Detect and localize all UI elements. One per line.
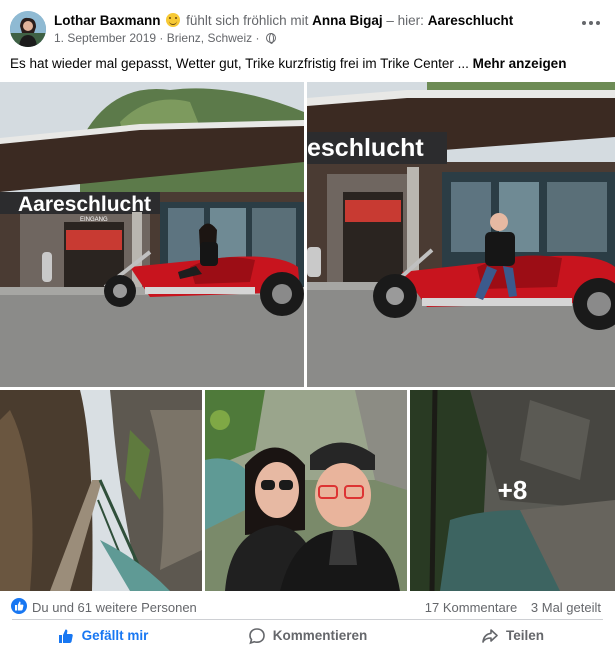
- tagged-person[interactable]: Anna Bigaj: [312, 13, 383, 28]
- reactions-bar: Du und 61 weitere Personen 17 Kommentare…: [0, 596, 615, 618]
- see-more-link[interactable]: Mehr anzeigen: [473, 56, 567, 71]
- more-options-icon[interactable]: [577, 12, 605, 34]
- comment-label: Kommentieren: [272, 628, 368, 643]
- like-button[interactable]: Gefällt mir: [0, 621, 205, 650]
- more-photos-overlay[interactable]: +8: [410, 390, 615, 591]
- shares-count[interactable]: 3 Mal geteilt: [531, 600, 601, 615]
- meta-separator-2: ·: [255, 31, 260, 45]
- post-header: Lothar Baxmann fühlt sich fröhlich mit A…: [0, 0, 615, 52]
- engagement-stats: 17 Kommentare 3 Mal geteilt: [425, 600, 601, 615]
- divider: [12, 619, 603, 620]
- post-place[interactable]: Brienz, Schweiz: [167, 31, 252, 45]
- facebook-post: Lothar Baxmann fühlt sich fröhlich mit A…: [0, 0, 615, 652]
- entrance-sign: EINGANG: [80, 217, 108, 223]
- author-name[interactable]: Lothar Baxmann: [54, 13, 161, 28]
- sign-aareschlucht: Aareschlucht: [18, 193, 151, 216]
- post-body: Es hat wieder mal gepasst, Wetter gut, T…: [10, 56, 469, 71]
- photo-gorge-river[interactable]: +8: [410, 390, 615, 591]
- more-photos-count: +8: [497, 475, 528, 505]
- share-label: Teilen: [505, 628, 544, 643]
- photo-trike-woman[interactable]: Aareschlucht EINGANG: [0, 82, 304, 387]
- post-headline: Lothar Baxmann fühlt sich fröhlich mit A…: [54, 12, 513, 29]
- location-link[interactable]: Aareschlucht: [428, 13, 514, 28]
- comment-button[interactable]: Kommentieren: [205, 621, 410, 650]
- share-arrow-icon: [482, 628, 498, 643]
- smiley-emoji-icon: [166, 13, 181, 27]
- thumbs-up-icon: [58, 628, 73, 643]
- location-prefix: – hier:: [386, 13, 424, 28]
- photo-grid: Aareschlucht EINGANG eschlucht +8: [0, 82, 615, 591]
- like-label: Gefällt mir: [81, 628, 149, 643]
- feeling-text: fühlt sich fröhlich mit: [186, 13, 309, 28]
- globe-icon[interactable]: [265, 33, 276, 44]
- share-button[interactable]: Teilen: [410, 621, 615, 650]
- sign-aareschlucht-2: eschlucht: [307, 134, 424, 162]
- comment-bubble-icon: [248, 627, 265, 644]
- author-avatar[interactable]: [10, 11, 46, 47]
- photo-gorge-walkway[interactable]: [0, 390, 202, 591]
- like-reaction-icon[interactable]: [11, 598, 27, 614]
- meta-separator: ·: [159, 31, 164, 45]
- comments-count[interactable]: 17 Kommentare: [425, 600, 518, 615]
- post-meta: 1. September 2019 · Brienz, Schweiz ·: [54, 31, 276, 45]
- post-text: Es hat wieder mal gepasst, Wetter gut, T…: [10, 55, 566, 72]
- photo-selfie[interactable]: [205, 390, 407, 591]
- photo-trike-man[interactable]: eschlucht: [307, 82, 615, 387]
- action-bar: Gefällt mir Kommentieren Teilen: [0, 621, 615, 650]
- reactions-summary[interactable]: Du und 61 weitere Personen: [32, 600, 197, 615]
- post-date[interactable]: 1. September 2019: [54, 31, 156, 45]
